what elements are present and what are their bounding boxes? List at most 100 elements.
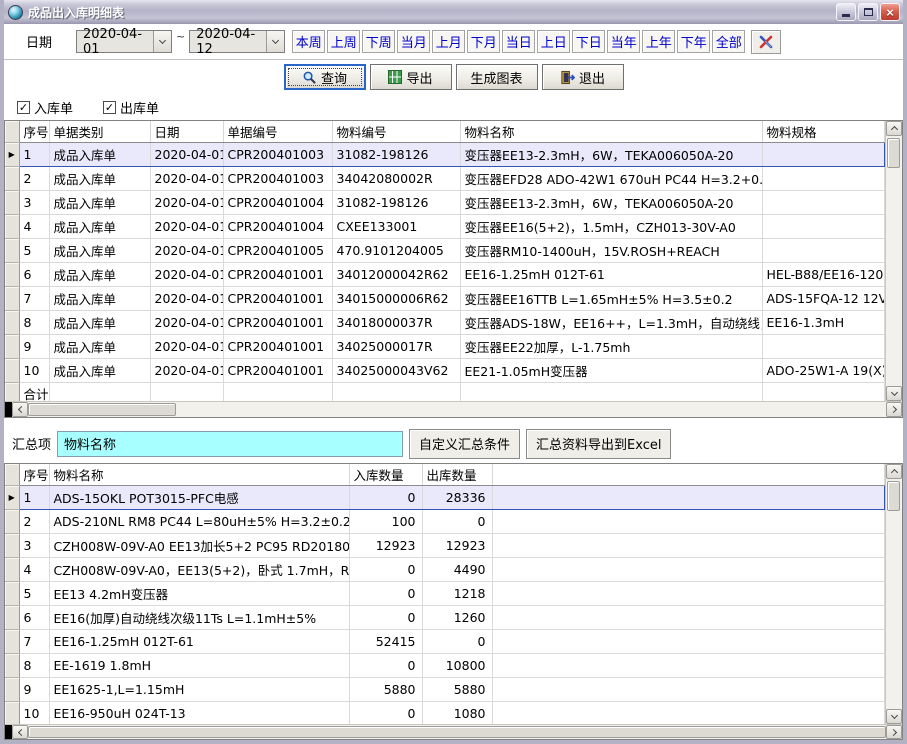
cell[interactable]: 1: [19, 486, 49, 510]
table-row[interactable]: 7EE16-1.25mH 012T-61524150: [5, 630, 885, 654]
quick-button-11[interactable]: 上年: [642, 30, 675, 53]
row-selector[interactable]: [5, 558, 19, 582]
cell[interactable]: 变压器EE16(5+2)，1.5mH，CZH013-30V-A0: [460, 215, 762, 239]
cell[interactable]: 34015000006R62: [332, 287, 460, 311]
cell[interactable]: 5: [19, 582, 49, 606]
table-row[interactable]: 3成品入库单2020-04-01CPR20040100431082-198126…: [5, 191, 885, 215]
cell[interactable]: EE16-1.25mH 012T-61: [49, 630, 349, 654]
exit-button[interactable]: 退出: [542, 64, 624, 90]
row-selector[interactable]: [5, 678, 19, 702]
row-selector[interactable]: [5, 534, 19, 558]
quick-button-3[interactable]: 下周: [362, 30, 395, 53]
cell[interactable]: 成品入库单: [49, 239, 150, 263]
quick-button-4[interactable]: 当月: [397, 30, 430, 53]
cell[interactable]: [492, 558, 885, 582]
quick-button-10[interactable]: 当年: [607, 30, 640, 53]
scroll-down-button[interactable]: [886, 709, 902, 724]
inbound-filter[interactable]: ✓ 入库单: [17, 98, 73, 117]
row-selector[interactable]: [5, 510, 19, 534]
cell[interactable]: ADS-210NL RM8 PC44 L=80uH±5% H=3.2±0.2mm: [49, 510, 349, 534]
cell[interactable]: 2020-04-01: [150, 263, 223, 287]
cell[interactable]: CXEE133001: [332, 215, 460, 239]
quick-button-1[interactable]: 本周: [292, 30, 325, 53]
cell[interactable]: 2020-04-01: [150, 359, 223, 383]
row-selector[interactable]: [5, 630, 19, 654]
cell[interactable]: 变压器EE13-2.3mH，6W，TEKA006050A-20: [460, 191, 762, 215]
cell[interactable]: EE-1619 1.8mH: [49, 654, 349, 678]
cell[interactable]: 成品入库单: [49, 311, 150, 335]
cell[interactable]: 成品入库单: [49, 143, 150, 167]
cell[interactable]: EE16-1.3mH: [762, 311, 885, 335]
cell[interactable]: 变压器EE16TTB L=1.65mH±5% H=3.5±0.2: [460, 287, 762, 311]
row-selector[interactable]: [5, 191, 19, 215]
generate-chart-button[interactable]: 生成图表: [456, 64, 538, 90]
cell[interactable]: 1080: [422, 702, 492, 725]
cell[interactable]: 0: [349, 702, 422, 725]
scroll-left-button[interactable]: [12, 725, 28, 739]
cell[interactable]: 成品入库单: [49, 359, 150, 383]
scroll-left-button[interactable]: [12, 402, 28, 417]
cell[interactable]: 12923: [349, 534, 422, 558]
scroll-track[interactable]: [28, 725, 886, 739]
cell[interactable]: 34012000042R62: [332, 263, 460, 287]
row-selector[interactable]: [5, 215, 19, 239]
minimize-button[interactable]: [836, 3, 856, 21]
cell[interactable]: EE13 4.2mH变压器: [49, 582, 349, 606]
summary-field-input[interactable]: [57, 431, 403, 457]
cell[interactable]: 变压器EE13-2.3mH，6W，TEKA006050A-20: [460, 143, 762, 167]
cell[interactable]: CPR200401001: [223, 335, 332, 359]
cell[interactable]: 成品入库单: [49, 167, 150, 191]
cell[interactable]: 9: [19, 335, 49, 359]
table-row[interactable]: 8成品入库单2020-04-01CPR20040100134018000037R…: [5, 311, 885, 335]
cell[interactable]: 4: [19, 558, 49, 582]
row-selector[interactable]: ▶: [5, 486, 19, 510]
cell[interactable]: 10: [19, 702, 49, 725]
cell[interactable]: ADS-15FQA-12 12V/1: [762, 287, 885, 311]
scroll-right-button[interactable]: [886, 402, 902, 417]
cell[interactable]: [492, 510, 885, 534]
cell[interactable]: [762, 335, 885, 359]
table-row[interactable]: 7成品入库单2020-04-01CPR20040100134015000006R…: [5, 287, 885, 311]
close-button[interactable]: ×: [880, 3, 900, 21]
outbound-filter[interactable]: ✓ 出库单: [103, 98, 159, 117]
cell[interactable]: 5880: [422, 678, 492, 702]
scroll-down-button[interactable]: [886, 386, 902, 401]
quick-button-12[interactable]: 下年: [677, 30, 710, 53]
cell[interactable]: 成品入库单: [49, 215, 150, 239]
cell[interactable]: 34025000043V62: [332, 359, 460, 383]
cell[interactable]: [762, 143, 885, 167]
table-row[interactable]: 10成品入库单2020-04-01CPR20040100134025000043…: [5, 359, 885, 383]
cell[interactable]: 2020-04-01: [150, 215, 223, 239]
cell[interactable]: [492, 678, 885, 702]
summary-horizontal-scrollbar[interactable]: [5, 724, 902, 739]
cell[interactable]: 成品入库单: [49, 191, 150, 215]
cell[interactable]: 34025000017R: [332, 335, 460, 359]
cell[interactable]: 2: [19, 167, 49, 191]
cell[interactable]: EE21-1.05mH变压器: [460, 359, 762, 383]
date-to-select[interactable]: 2020-04-12: [189, 30, 285, 53]
cell[interactable]: 0: [422, 630, 492, 654]
table-row[interactable]: 10EE16-950uH 024T-1301080: [5, 702, 885, 725]
cell[interactable]: 10: [19, 359, 49, 383]
cell[interactable]: [492, 630, 885, 654]
date-from-dropdown-icon[interactable]: [153, 31, 171, 52]
row-selector[interactable]: [5, 335, 19, 359]
row-selector[interactable]: [5, 263, 19, 287]
row-selector[interactable]: [5, 606, 19, 630]
cell[interactable]: [492, 606, 885, 630]
cell[interactable]: 1: [19, 143, 49, 167]
cell[interactable]: 0: [349, 654, 422, 678]
cell[interactable]: 变压器RM10-1400uH，15V.ROSH+REACH: [460, 239, 762, 263]
filter-tools-button[interactable]: [751, 30, 781, 54]
quick-button-5[interactable]: 上月: [432, 30, 465, 53]
cell[interactable]: [492, 654, 885, 678]
cell[interactable]: 5: [19, 239, 49, 263]
export-button[interactable]: 导出: [370, 64, 452, 90]
cell[interactable]: [492, 534, 885, 558]
cell[interactable]: 10800: [422, 654, 492, 678]
cell[interactable]: 6: [19, 606, 49, 630]
cell[interactable]: CZH008W-09V-A0 EE13加长5+2 PC95 RD20180202: [49, 534, 349, 558]
cell[interactable]: 2020-04-01: [150, 191, 223, 215]
cell[interactable]: 0: [349, 582, 422, 606]
cell[interactable]: 5880: [349, 678, 422, 702]
